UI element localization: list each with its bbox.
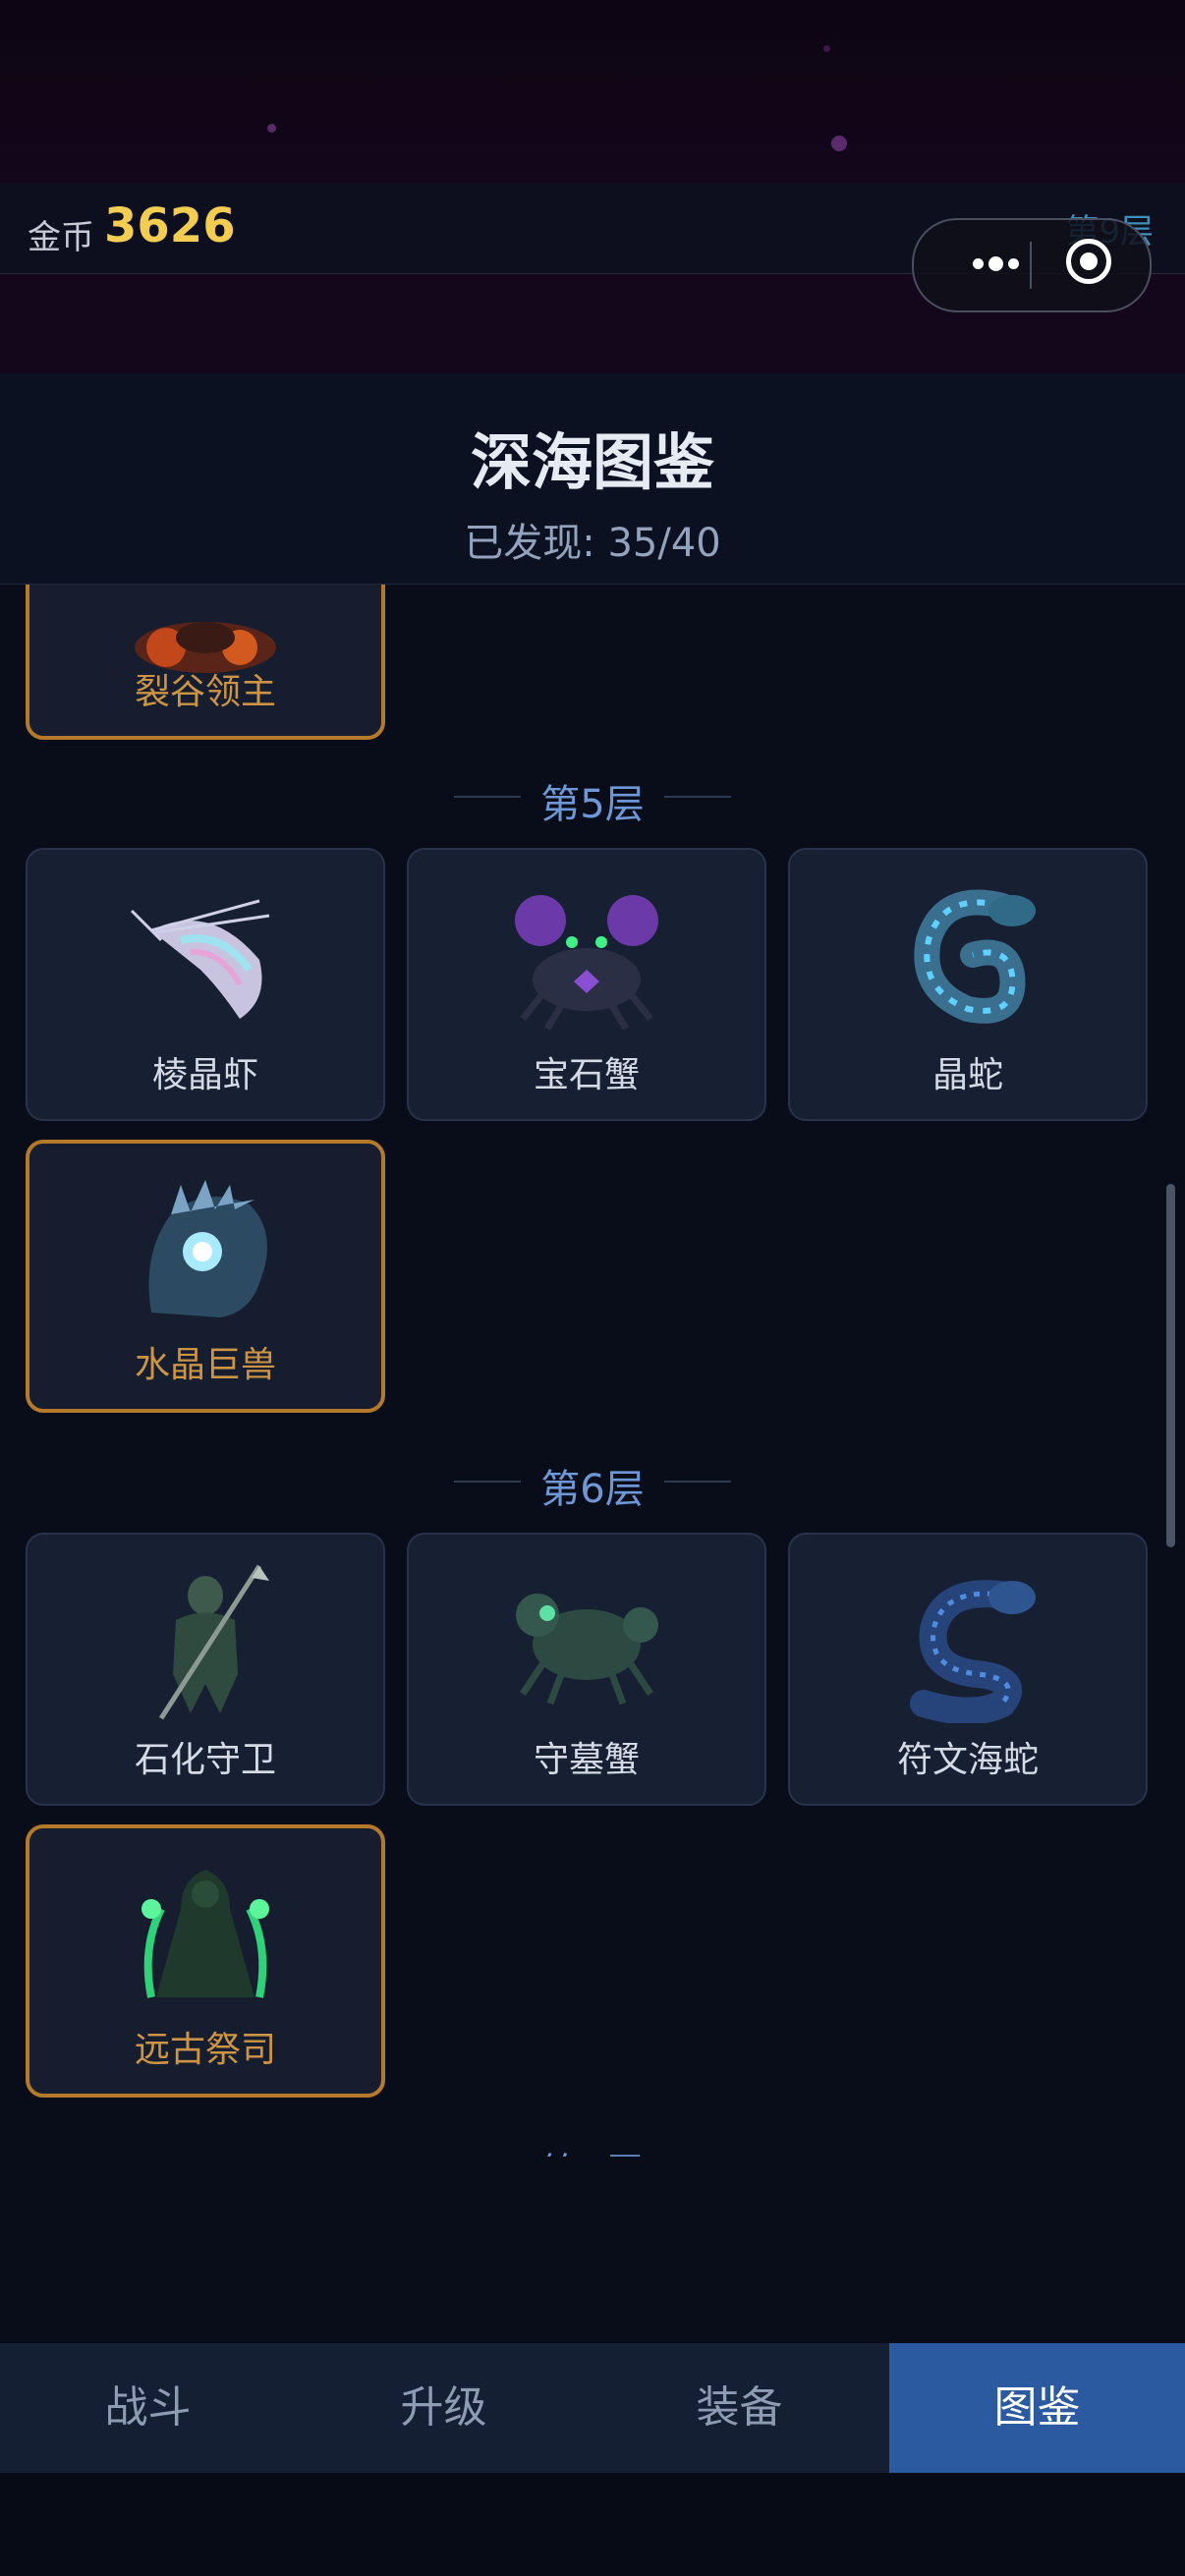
page-title: 深海图鉴: [0, 413, 1185, 501]
floor-heading-label: 第6层: [0, 1457, 1185, 1514]
creature-name: 远古祭司: [29, 2021, 381, 2072]
creature-card-ancient-priest[interactable]: 远古祭司: [26, 1824, 385, 2098]
creature-name: 符文海蛇: [790, 1731, 1146, 1782]
divider: [664, 796, 731, 798]
discovered-count: 已发现: 35/40: [0, 511, 1185, 568]
floor-heading-label: 第5层: [0, 772, 1185, 829]
creature-name: 宝石蟹: [409, 1046, 764, 1097]
tab-battle[interactable]: 战斗: [0, 2343, 296, 2473]
creature-card-crystal-behemoth[interactable]: 水晶巨兽: [26, 1140, 385, 1413]
floor-heading: 第5层: [0, 766, 1185, 825]
crystal-behemoth-icon: [122, 1165, 289, 1332]
ancient-priest-icon: [122, 1850, 289, 2017]
codex-header: 深海图鉴 已发现: 35/40: [0, 373, 1185, 585]
creature-card-tomb-crab[interactable]: 守墓蟹: [407, 1533, 766, 1806]
creature-card-crystal-serpent[interactable]: 晶蛇: [788, 848, 1148, 1121]
creature-name: 石化守卫: [28, 1731, 383, 1782]
coin-value: 3626: [104, 198, 236, 253]
creature-card-rift-lord[interactable]: 裂谷领主: [26, 585, 385, 740]
tab-equipment[interactable]: 装备: [592, 2343, 887, 2473]
floor-heading: 第6层: [0, 1451, 1185, 1510]
creature-name: 棱晶虾: [28, 1046, 383, 1097]
creature-card-gem-crab[interactable]: 宝石蟹: [407, 848, 766, 1121]
particle: [831, 136, 847, 151]
codex-list[interactable]: 裂谷领主 第5层 棱晶虾 宝石蟹: [0, 585, 1185, 2156]
petrified-guard-icon: [122, 1556, 289, 1723]
floor-heading-label: 第7层: [0, 2141, 1185, 2156]
tab-upgrade[interactable]: 升级: [296, 2343, 592, 2473]
floor-heading: 第7层: [0, 2135, 1185, 2156]
crystal-serpent-icon: [884, 871, 1051, 1038]
creature-name: 水晶巨兽: [29, 1336, 381, 1387]
more-dot-icon: [1008, 258, 1019, 269]
miniprogram-capsule: [912, 218, 1152, 312]
particle: [267, 124, 276, 133]
scrollbar[interactable]: [1166, 1184, 1175, 1547]
creature-name: 守墓蟹: [409, 1731, 764, 1782]
rune-serpent-icon: [884, 1556, 1051, 1723]
particle: [823, 45, 830, 52]
more-menu-button[interactable]: [943, 247, 1071, 282]
divider: [664, 1481, 731, 1483]
bottom-tab-bar: 战斗 升级 装备 图鉴: [0, 2343, 1185, 2473]
capsule-divider: [1030, 242, 1032, 289]
gem-crab-icon: [503, 871, 670, 1038]
tab-codex[interactable]: 图鉴: [889, 2343, 1185, 2473]
creature-card-rune-serpent[interactable]: 符文海蛇: [788, 1533, 1148, 1806]
more-dot-icon: [973, 258, 984, 269]
creature-name: 晶蛇: [790, 1046, 1146, 1097]
tomb-crab-icon: [503, 1556, 670, 1723]
prism-shrimp-icon: [122, 871, 289, 1038]
creature-name: 裂谷领主: [29, 663, 381, 714]
coin-label: 金币: [28, 210, 94, 258]
close-miniprogram-icon[interactable]: [1066, 239, 1111, 284]
more-dot-icon: [988, 256, 1003, 271]
bottom-safe-area: [0, 2473, 1185, 2576]
creature-card-prism-shrimp[interactable]: 棱晶虾: [26, 848, 385, 1121]
creature-card-petrified-guard[interactable]: 石化守卫: [26, 1533, 385, 1806]
